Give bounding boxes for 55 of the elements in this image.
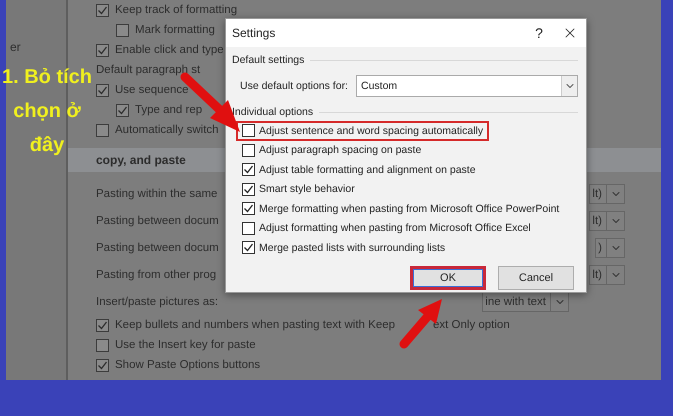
dialog-title: Settings [232,26,276,40]
paste-label: Pasting from other prog [96,268,216,280]
option-label: Mark formatting [135,24,215,36]
checkbox[interactable] [116,24,129,36]
pictures-label: Insert/paste pictures as: [96,296,218,308]
dialog-button[interactable]: Cancel [498,266,574,290]
group-label: Individual options [232,106,314,118]
checkbox[interactable] [242,241,255,254]
annotation-line: 1. Bỏ tích [2,65,92,90]
pictures-dropdown[interactable]: ine with text [482,292,569,312]
checkbox[interactable] [96,84,109,96]
help-button[interactable]: ? [524,25,554,41]
checkbox[interactable] [116,104,129,116]
option-label: Use the Insert key for paste [115,339,256,351]
paste-label: Pasting between docum [96,242,219,254]
checkbox[interactable] [242,202,255,216]
checkbox[interactable] [96,338,109,352]
checkbox[interactable] [96,4,109,16]
option-label: Enable click and type [115,44,224,56]
option-label: Adjust formatting when pasting from Microsoft Office Excel [259,222,531,234]
option-label: Adjust sentence and word spacing automatically [259,124,484,137]
group-label: Default settings [232,54,304,66]
checkbox[interactable] [242,182,255,196]
paste-label: Pasting between docum [96,214,219,226]
option-label: Automatically switch [115,124,219,136]
option-label-continued: ext Only option [433,319,510,331]
option-label: Show Paste Options buttons [115,359,260,371]
checkbox[interactable] [96,44,109,56]
annotation-line: đây [30,133,64,158]
field-label: Use default options for: [240,80,348,92]
dialog-button[interactable]: OK [410,266,486,290]
option-label: Merge formatting when pasting from Microsoft Office PowerPoint [259,202,560,215]
paste-dropdown[interactable]: lt) [589,210,625,230]
option-label: Use sequence [115,84,189,96]
paste-dropdown[interactable]: ) [595,238,625,258]
sidebar-text: er [10,40,21,54]
checkbox[interactable] [242,163,255,176]
option-label: Merge pasted lists with surrounding lists [259,242,446,254]
checkbox[interactable] [242,222,255,235]
paste-dropdown[interactable]: lt) [589,264,625,284]
checkbox[interactable] [96,358,109,372]
option-label: Keep track of formatting [115,4,238,16]
checkbox[interactable] [96,318,109,332]
option-label: Keep bullets and numbers when pasting text with Keep [115,319,396,331]
paste-dropdown[interactable]: lt) [589,184,625,204]
paste-label: Pasting within the same [96,188,218,200]
chevron-down-icon [561,76,577,96]
checkbox[interactable] [242,144,255,157]
option-label: Default paragraph st [96,64,200,76]
default-options-dropdown[interactable]: Custom [356,75,578,97]
option-label: Smart style behavior [259,183,355,196]
checkbox[interactable] [242,124,255,138]
annotation-line: chọn ở [13,99,81,124]
option-label: Type and rep [135,104,202,116]
checkbox[interactable] [96,124,109,136]
